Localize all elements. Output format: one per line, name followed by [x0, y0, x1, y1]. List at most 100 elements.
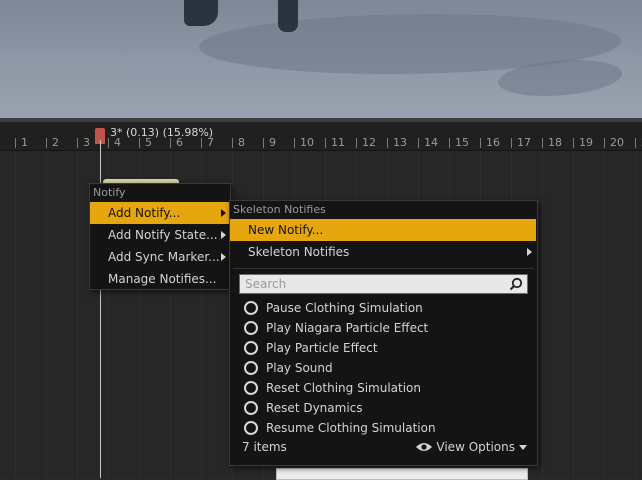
- gridline: [573, 151, 574, 478]
- ruler-tick: [573, 138, 574, 148]
- context-menu-header: Notify: [93, 186, 126, 199]
- gridline: [604, 151, 605, 478]
- notify-list-item-label: Play Niagara Particle Effect: [266, 321, 429, 335]
- submenu-arrow-icon: [527, 248, 532, 256]
- menu-item-add-notify-state[interactable]: Add Notify State...: [90, 224, 230, 246]
- search-box: [239, 274, 528, 294]
- character-right-boot: [278, 0, 298, 32]
- menu-item-add-sync-marker[interactable]: Add Sync Marker...: [90, 246, 230, 268]
- menu-item-skeleton-notifies[interactable]: Skeleton Notifies: [230, 241, 536, 263]
- ruler-tick: [46, 138, 47, 148]
- ruler-tick-label: 2: [52, 136, 59, 149]
- radio-circle-icon: [244, 381, 258, 395]
- ruler-tick-label: 9: [269, 136, 276, 149]
- ruler-tick: [635, 138, 636, 148]
- menu-item-label: Add Notify...: [108, 206, 181, 220]
- ruler-tick: [263, 138, 264, 148]
- menu-item-new-notify[interactable]: New Notify...: [230, 219, 536, 241]
- ruler-tick: [604, 138, 605, 148]
- ruler-tick-label: 10: [300, 136, 314, 149]
- search-icon[interactable]: [509, 277, 523, 291]
- gridline: [46, 151, 47, 478]
- notify-list-item-label: Pause Clothing Simulation: [266, 301, 423, 315]
- notify-context-menu: Notify Add Notify... Add Notify State...…: [89, 183, 231, 290]
- menu-item-manage-notifies[interactable]: Manage Notifies...: [90, 268, 230, 290]
- submenu-arrow-icon: [221, 209, 226, 217]
- ruler-tick-label: 14: [424, 136, 438, 149]
- eye-icon: [416, 443, 433, 451]
- submenu-arrow-icon: [221, 231, 226, 239]
- gridline: [542, 151, 543, 478]
- ruler-tick-label: 3: [83, 136, 90, 149]
- menu-separator: [233, 268, 534, 269]
- notify-list-item[interactable]: Play Particle Effect: [230, 338, 537, 358]
- view-options-label: View Options: [436, 440, 515, 454]
- ruler-tick: [139, 138, 140, 148]
- ruler-tick-label: 18: [548, 136, 562, 149]
- notify-list-item[interactable]: Play Niagara Particle Effect: [230, 318, 537, 338]
- radio-circle-icon: [244, 341, 258, 355]
- menu-item-label: Skeleton Notifies: [248, 245, 350, 259]
- ruler-tick: [356, 138, 357, 148]
- radio-circle-icon: [244, 321, 258, 335]
- ruler-tick-label: 12: [362, 136, 376, 149]
- notify-list-item-label: Play Sound: [266, 361, 333, 375]
- ruler-tick-label: 13: [393, 136, 407, 149]
- ruler-tick-label: 17: [517, 136, 531, 149]
- timeline-ruler[interactable]: 12345678910111213141516171819202 3* (0.1…: [0, 122, 642, 151]
- ruler-tick-label: 11: [331, 136, 345, 149]
- add-notify-submenu: Skeleton Notifies New Notify... Skeleton…: [229, 200, 538, 466]
- submenu-footer: 7 items View Options: [230, 437, 537, 457]
- radio-circle-icon: [244, 361, 258, 375]
- ruler-tick-label: 8: [238, 136, 245, 149]
- ruler-tick: [294, 138, 295, 148]
- menu-item-label: Add Sync Marker...: [108, 250, 220, 264]
- radio-circle-icon: [244, 421, 258, 435]
- ruler-tick: [449, 138, 450, 148]
- gridline: [77, 151, 78, 478]
- search-input[interactable]: [240, 275, 510, 293]
- gridline: [635, 151, 636, 478]
- item-count: 7 items: [242, 440, 287, 454]
- ruler-tick: [418, 138, 419, 148]
- submenu-arrow-icon: [221, 253, 226, 261]
- scrub-position-label: 3* (0.13) (15.98%): [110, 126, 214, 139]
- ruler-tick-label: 19: [579, 136, 593, 149]
- notify-list-item-label: Play Particle Effect: [266, 341, 378, 355]
- notify-list-item[interactable]: Reset Dynamics: [230, 398, 537, 418]
- ruler-tick: [480, 138, 481, 148]
- preview-viewport[interactable]: [0, 0, 642, 118]
- details-panel-edge: [276, 468, 528, 480]
- submenu-header: Skeleton Notifies: [233, 203, 326, 216]
- ruler-tick: [542, 138, 543, 148]
- ruler-tick-label: 1: [21, 136, 28, 149]
- notify-list-item-label: Reset Clothing Simulation: [266, 381, 421, 395]
- ruler-tick-label: 20: [610, 136, 624, 149]
- notify-list-item-label: Reset Dynamics: [266, 401, 363, 415]
- menu-item-label: New Notify...: [248, 223, 324, 237]
- ruler-tick: [325, 138, 326, 148]
- ruler-tick: [77, 138, 78, 148]
- notify-list-item[interactable]: Play Sound: [230, 358, 537, 378]
- notify-list-item[interactable]: Resume Clothing Simulation: [230, 418, 537, 438]
- radio-circle-icon: [244, 301, 258, 315]
- notify-list-item[interactable]: Pause Clothing Simulation: [230, 298, 537, 318]
- ruler-tick: [108, 138, 109, 148]
- ruler-tick-label: 15: [455, 136, 469, 149]
- view-options-button[interactable]: View Options: [415, 437, 527, 457]
- ruler-tick: [15, 138, 16, 148]
- menu-item-add-notify[interactable]: Add Notify...: [90, 202, 230, 224]
- radio-circle-icon: [244, 401, 258, 415]
- ruler-tick-label: 16: [486, 136, 500, 149]
- menu-item-label: Manage Notifies...: [108, 272, 217, 286]
- notify-list-item[interactable]: Reset Clothing Simulation: [230, 378, 537, 398]
- ruler-tick: [201, 138, 202, 148]
- notify-list: Pause Clothing Simulation Play Niagara Pa…: [230, 298, 537, 438]
- ruler-tick: [387, 138, 388, 148]
- chevron-down-icon: [519, 444, 527, 450]
- character-left-boot: [184, 0, 218, 26]
- gridline: [15, 151, 16, 478]
- ruler-tick: [511, 138, 512, 148]
- ruler-tick: [170, 138, 171, 148]
- notify-list-item-label: Resume Clothing Simulation: [266, 421, 436, 435]
